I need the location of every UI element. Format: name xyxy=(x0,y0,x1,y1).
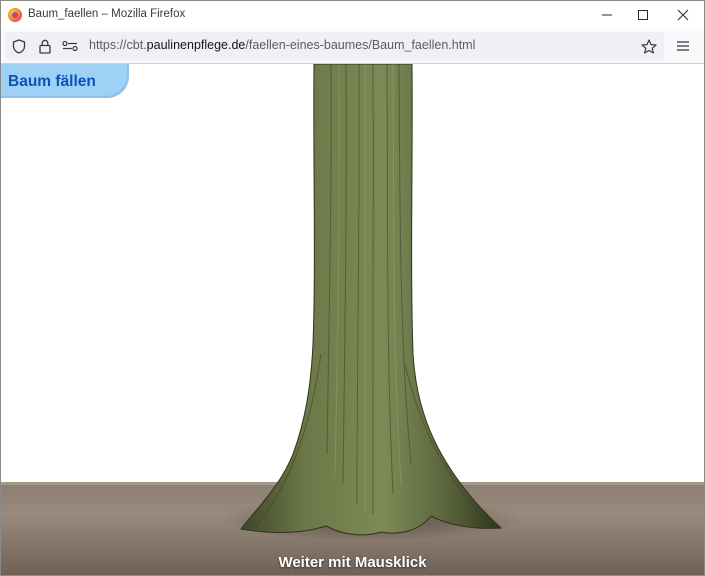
tree-trunk-illustration xyxy=(221,64,521,541)
lock-icon xyxy=(39,39,51,54)
permissions-button[interactable] xyxy=(61,38,79,54)
url-domain: paulinenpflege.de xyxy=(146,38,246,52)
minimize-icon xyxy=(602,14,612,16)
url-prefix: https://cbt. xyxy=(89,38,147,52)
star-icon xyxy=(641,38,657,54)
url-bar[interactable]: https://cbt.paulinenpflege.de/faellen-ei… xyxy=(5,32,664,60)
browser-window: Baum_faellen – Mozilla Firefox https://c… xyxy=(0,0,705,576)
firefox-logo-icon xyxy=(8,8,22,22)
minimize-button[interactable] xyxy=(589,1,625,29)
tracking-protection-button[interactable] xyxy=(11,38,27,54)
window-title: Baum_faellen – Mozilla Firefox xyxy=(28,8,186,20)
maximize-icon xyxy=(638,10,648,20)
continue-caption[interactable]: Weiter mit Mausklick xyxy=(1,554,704,571)
close-button[interactable] xyxy=(665,1,701,29)
close-icon xyxy=(677,9,689,21)
page-content[interactable]: Baum fällen Weiter mit Mausklick xyxy=(1,64,704,575)
permissions-icon xyxy=(62,40,78,52)
site-security-button[interactable] xyxy=(37,38,53,54)
navigation-toolbar: https://cbt.paulinenpflege.de/faellen-ei… xyxy=(1,29,704,64)
url-path: /faellen-eines-baumes/Baum_faellen.html xyxy=(245,38,476,52)
shield-icon xyxy=(12,38,26,54)
hamburger-menu-icon xyxy=(677,41,689,51)
maximize-button[interactable] xyxy=(625,1,661,29)
title-bar: Baum_faellen – Mozilla Firefox xyxy=(1,1,704,29)
bookmark-button[interactable] xyxy=(641,38,657,54)
app-menu-button[interactable] xyxy=(675,38,691,54)
title-badge: Baum fällen xyxy=(1,64,129,98)
badge-label: Baum fällen xyxy=(8,73,96,90)
url-text[interactable]: https://cbt.paulinenpflege.de/faellen-ei… xyxy=(89,38,475,52)
